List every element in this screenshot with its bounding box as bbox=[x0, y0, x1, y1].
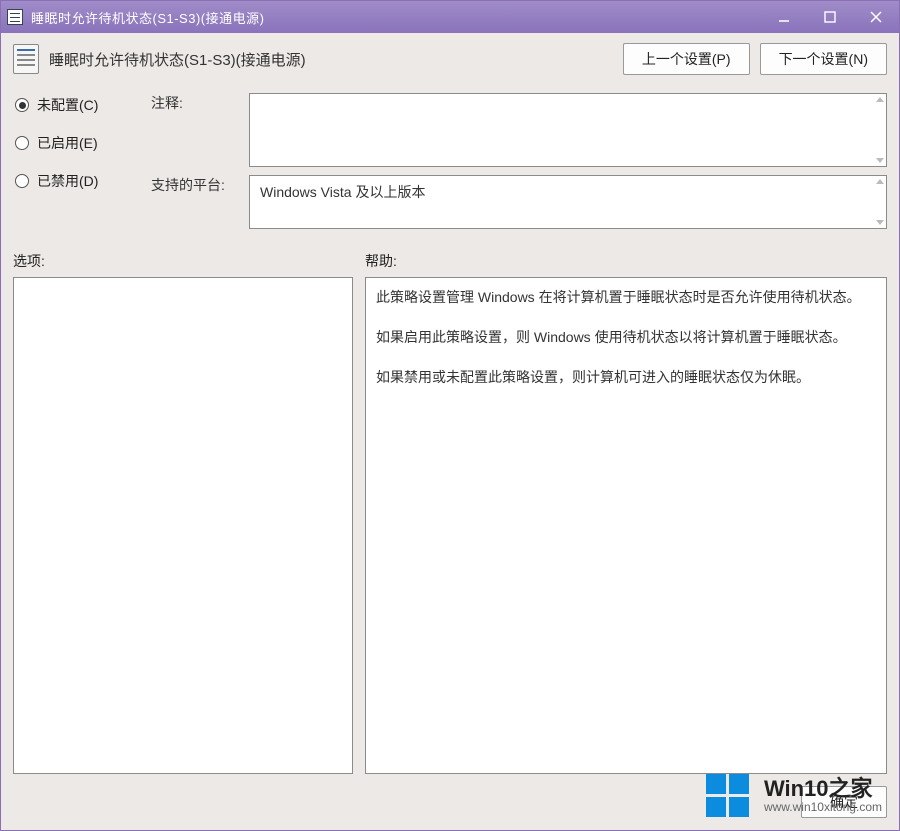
nav-buttons: 上一个设置(P) 下一个设置(N) bbox=[623, 43, 887, 75]
supported-value: Windows Vista 及以上版本 bbox=[260, 184, 425, 200]
mid-labels: 选项: 帮助: bbox=[13, 251, 887, 271]
radio-dot-icon bbox=[15, 174, 29, 188]
watermark-text: Win10之家 www.win10xitong.com bbox=[764, 777, 882, 814]
close-button[interactable] bbox=[853, 1, 899, 33]
watermark: Win10之家 www.win10xitong.com bbox=[698, 768, 890, 823]
app-icon bbox=[7, 9, 23, 25]
windows-logo-icon bbox=[706, 774, 752, 817]
supported-textbox: Windows Vista 及以上版本 bbox=[249, 175, 887, 229]
help-paragraph: 如果禁用或未配置此策略设置，则计算机可进入的睡眠状态仅为休眠。 bbox=[376, 366, 876, 390]
help-pane[interactable]: 此策略设置管理 Windows 在将计算机置于睡眠状态时是否允许使用待机状态。 … bbox=[365, 277, 887, 774]
comment-textbox[interactable] bbox=[249, 93, 887, 167]
comment-label: 注释: bbox=[151, 93, 241, 167]
titlebar: 睡眠时允许待机状态(S1-S3)(接通电源) bbox=[1, 1, 899, 33]
radio-dot-icon bbox=[15, 136, 29, 150]
radio-disabled-label: 已禁用(D) bbox=[37, 171, 98, 191]
options-label: 选项: bbox=[13, 251, 353, 271]
help-label: 帮助: bbox=[365, 251, 887, 271]
window-controls bbox=[761, 1, 899, 33]
dialog-content: 睡眠时允许待机状态(S1-S3)(接通电源) 上一个设置(P) 下一个设置(N)… bbox=[1, 33, 899, 830]
watermark-url: www.win10xitong.com bbox=[764, 801, 882, 814]
header-row: 睡眠时允许待机状态(S1-S3)(接通电源) 上一个设置(P) 下一个设置(N) bbox=[13, 43, 887, 75]
next-setting-label: 下一个设置(N) bbox=[779, 51, 868, 67]
policy-doc-icon bbox=[13, 44, 39, 74]
next-setting-button[interactable]: 下一个设置(N) bbox=[760, 43, 887, 75]
help-paragraph: 此策略设置管理 Windows 在将计算机置于睡眠状态时是否允许使用待机状态。 bbox=[376, 286, 876, 310]
help-paragraph: 如果启用此策略设置，则 Windows 使用待机状态以将计算机置于睡眠状态。 bbox=[376, 326, 876, 350]
prev-setting-label: 上一个设置(P) bbox=[642, 51, 731, 67]
field-labels: 注释: 支持的平台: bbox=[151, 93, 241, 229]
field-boxes: Windows Vista 及以上版本 bbox=[249, 93, 887, 229]
scroll-arrows-icon bbox=[876, 97, 884, 163]
radio-disabled[interactable]: 已禁用(D) bbox=[15, 171, 143, 191]
window-frame: 睡眠时允许待机状态(S1-S3)(接通电源) 睡眠时允许待机状态(S1-S3)(… bbox=[0, 0, 900, 831]
radio-enabled-label: 已启用(E) bbox=[37, 133, 98, 153]
watermark-brand: Win10之家 bbox=[764, 777, 882, 801]
policy-name: 睡眠时允许待机状态(S1-S3)(接通电源) bbox=[49, 49, 613, 70]
panes: 此策略设置管理 Windows 在将计算机置于睡眠状态时是否允许使用待机状态。 … bbox=[13, 277, 887, 774]
options-pane[interactable] bbox=[13, 277, 353, 774]
maximize-button[interactable] bbox=[807, 1, 853, 33]
radio-not-configured-label: 未配置(C) bbox=[37, 95, 98, 115]
scroll-arrows-icon bbox=[876, 179, 884, 225]
radio-enabled[interactable]: 已启用(E) bbox=[15, 133, 143, 153]
prev-setting-button[interactable]: 上一个设置(P) bbox=[623, 43, 750, 75]
state-radio-group: 未配置(C) 已启用(E) 已禁用(D) bbox=[13, 93, 143, 229]
radio-dot-icon bbox=[15, 98, 29, 112]
radio-not-configured[interactable]: 未配置(C) bbox=[15, 95, 143, 115]
config-bar: 未配置(C) 已启用(E) 已禁用(D) 注释: 支持的平台: bbox=[13, 93, 887, 229]
window-title: 睡眠时允许待机状态(S1-S3)(接通电源) bbox=[31, 8, 761, 27]
supported-label: 支持的平台: bbox=[151, 175, 241, 195]
minimize-button[interactable] bbox=[761, 1, 807, 33]
